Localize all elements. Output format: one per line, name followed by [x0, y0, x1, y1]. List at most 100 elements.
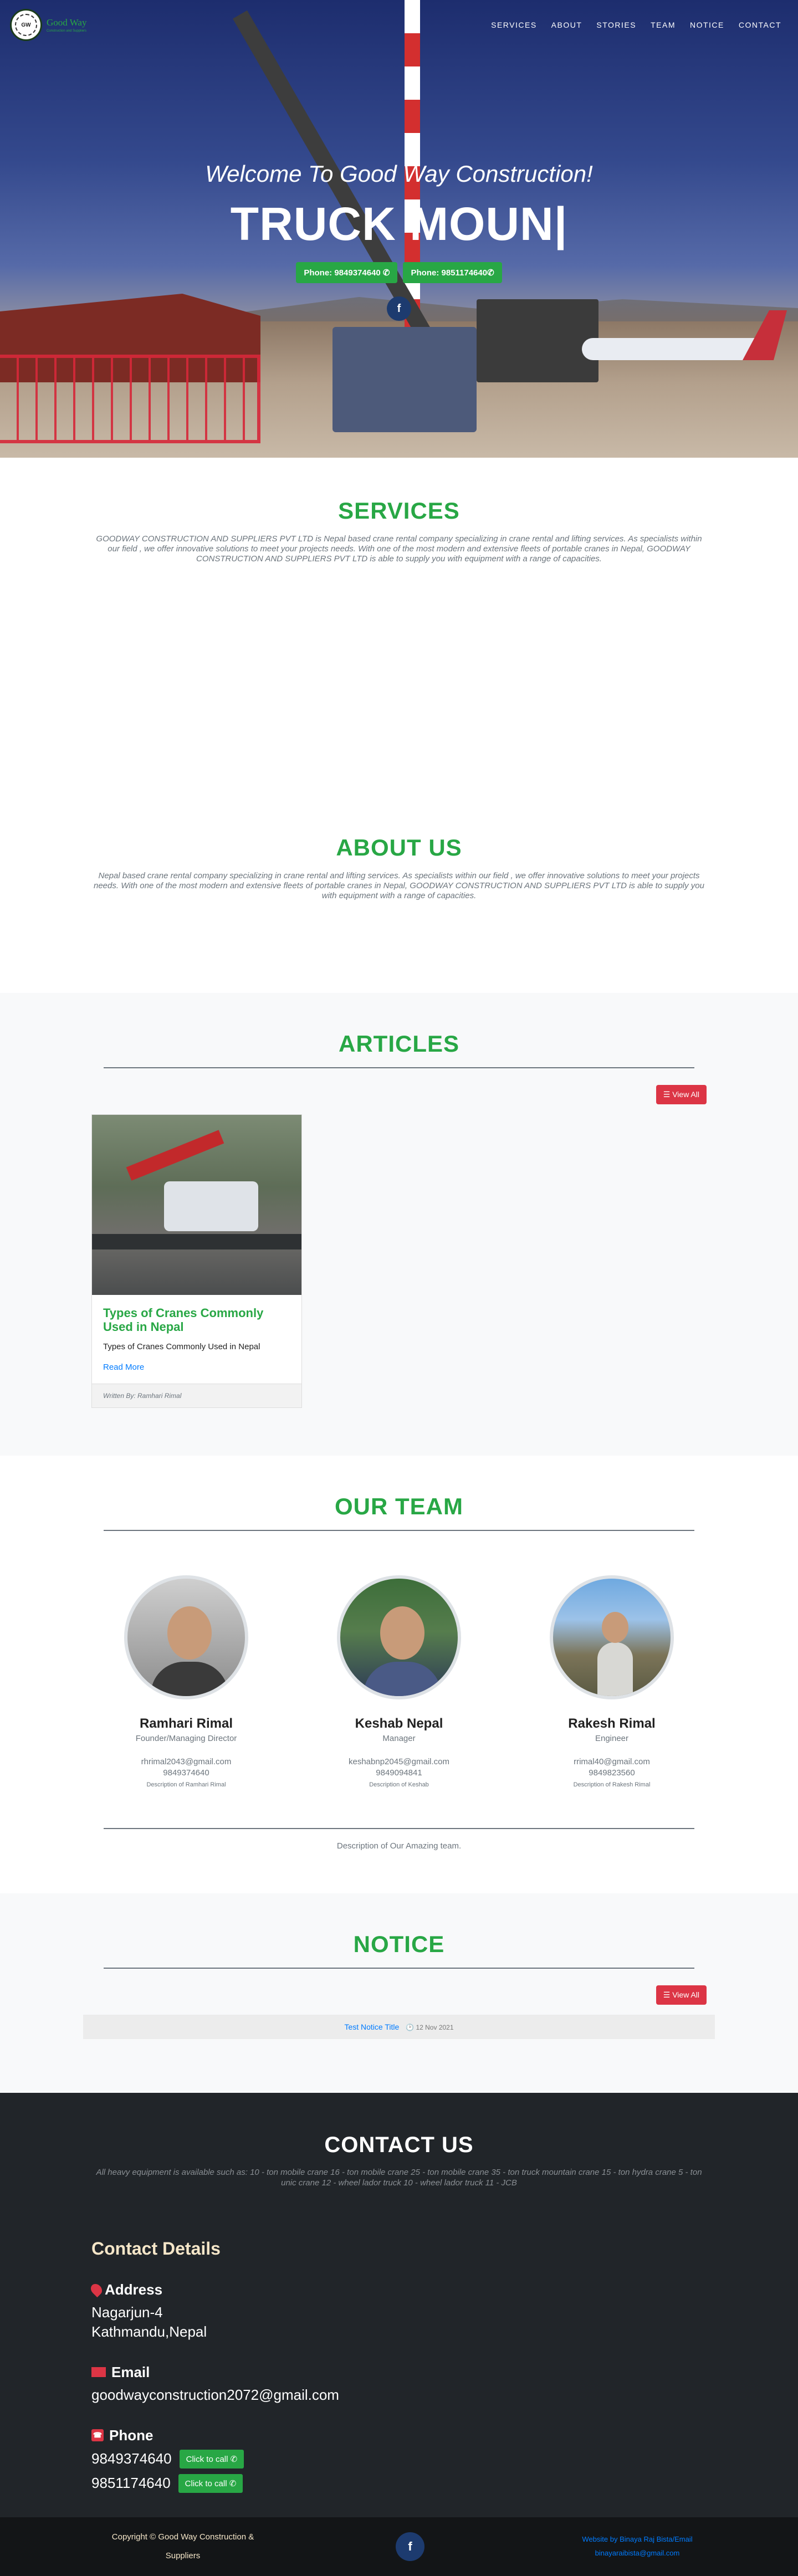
- copyright-line-2: Suppliers: [165, 2551, 201, 2560]
- contact-title: CONTACT US: [324, 2133, 474, 2157]
- notice-item-link[interactable]: Test Notice Title: [344, 2022, 399, 2031]
- notice-actions: ☰ View All: [91, 1985, 707, 2005]
- main-menu: SERVICES ABOUT STORIES TEAM NOTICE CONTA…: [491, 21, 781, 29]
- member-role: Engineer: [595, 1734, 629, 1743]
- member-phone: 9849823560: [589, 1768, 635, 1778]
- member-name: Rakesh Rimal: [568, 1716, 656, 1731]
- articles-title: ARTICLES: [339, 1031, 459, 1057]
- nav-link-contact[interactable]: CONTACT: [739, 21, 781, 29]
- member-description: Description of Keshab: [369, 1781, 429, 1788]
- avatar: [124, 1575, 248, 1699]
- brand[interactable]: GW Good Way Construction and Suppliers: [10, 9, 86, 41]
- member-name: Keshab Nepal: [355, 1716, 443, 1731]
- hero-truck: [332, 327, 477, 432]
- team-divider: [104, 1530, 694, 1531]
- notice-section: NOTICE ☰ View All Test Notice Title 🕑 12…: [0, 1893, 798, 2093]
- article-author: Written By: Ramhari Rimal: [92, 1383, 301, 1407]
- footer-facebook-icon[interactable]: f: [396, 2532, 424, 2561]
- nav-link-team[interactable]: TEAM: [651, 21, 676, 29]
- services-section: SERVICES GOODWAY CONSTRUCTION AND SUPPLI…: [0, 458, 798, 834]
- contact-section: CONTACT US All heavy equipment is availa…: [0, 2093, 798, 2517]
- team-description: Description of Our Amazing team.: [336, 1841, 462, 1851]
- envelope-icon: [91, 2367, 106, 2378]
- articles-actions: ☰ View All: [91, 1085, 707, 1104]
- phone-number-1: 9849374640: [91, 2450, 172, 2467]
- member-email: rhrimal2043@gmail.com: [141, 1757, 232, 1766]
- brand-subtitle: Construction and Suppliers: [47, 29, 87, 33]
- article-title[interactable]: Types of Cranes Commonly Used in Nepal: [103, 1306, 290, 1334]
- team-member: Rakesh Rimal Engineer rrimal40@gmail.com…: [550, 1575, 674, 1788]
- notice-view-all-button[interactable]: ☰ View All: [656, 1985, 707, 2005]
- team-grid: Ramhari Rimal Founder/Managing Director …: [0, 1575, 798, 1788]
- nav-link-stories[interactable]: STORIES: [596, 21, 636, 29]
- member-description: Description of Ramhari Rimal: [146, 1781, 226, 1788]
- email-value[interactable]: goodwayconstruction2072@gmail.com: [91, 2385, 707, 2405]
- hero-fence: [0, 355, 260, 443]
- member-contact: keshabnp2045@gmail.com 9849094841: [337, 1756, 461, 1778]
- footer-credit[interactable]: Website by Binaya Raj Bista/Email binaya…: [549, 2533, 726, 2560]
- team-member: Ramhari Rimal Founder/Managing Director …: [124, 1575, 248, 1788]
- article-read-more-link[interactable]: Read More: [103, 1363, 144, 1372]
- top-nav: GW Good Way Construction and Suppliers S…: [0, 0, 798, 50]
- phone-row-1: 9849374640 Click to call ✆: [91, 2449, 707, 2469]
- click-to-call-button-2[interactable]: Click to call ✆: [178, 2473, 243, 2493]
- about-title: ABOUT US: [336, 834, 462, 861]
- member-phone: 9849094841: [376, 1768, 422, 1778]
- article-body: Types of Cranes Commonly Used in Nepal T…: [92, 1295, 301, 1384]
- footer: Copyright © Good Way Construction & Supp…: [0, 2517, 798, 2576]
- services-title: SERVICES: [338, 498, 460, 524]
- address-line-1: Nagarjun-4: [91, 2303, 163, 2321]
- footer-copyright: Copyright © Good Way Construction & Supp…: [94, 2528, 272, 2566]
- company-logo[interactable]: GW: [10, 9, 42, 41]
- article-image-car: [164, 1181, 258, 1231]
- address-label: Address: [105, 2281, 163, 2298]
- phone-label: Phone: [109, 2426, 154, 2444]
- nav-link-notice[interactable]: NOTICE: [690, 21, 724, 29]
- credit-line-2[interactable]: binayaraibista@gmail.com: [549, 2547, 726, 2560]
- articles-view-all-button[interactable]: ☰ View All: [656, 1085, 707, 1104]
- member-email: keshabnp2045@gmail.com: [349, 1757, 449, 1766]
- article-image[interactable]: [92, 1115, 301, 1295]
- member-description: Description of Rakesh Rimal: [573, 1781, 651, 1788]
- nav-link-services[interactable]: SERVICES: [491, 21, 537, 29]
- avatar: [550, 1575, 674, 1699]
- phone-button-1[interactable]: Phone: 9849374640 ✆: [296, 262, 398, 283]
- facebook-icon[interactable]: f: [387, 296, 411, 321]
- hero-typed-text: TRUCK MOUN|: [230, 198, 568, 250]
- notice-item: Test Notice Title 🕑 12 Nov 2021: [83, 2015, 715, 2039]
- article-image-crane: [126, 1130, 224, 1181]
- notice-title: NOTICE: [353, 1931, 445, 1957]
- phone-heading: ☎ Phone: [91, 2427, 707, 2444]
- member-role: Manager: [382, 1734, 416, 1743]
- email-label: Email: [111, 2363, 150, 2380]
- services-text: GOODWAY CONSTRUCTION AND SUPPLIERS PVT L…: [96, 534, 702, 564]
- member-contact: rrimal40@gmail.com 9849823560: [550, 1756, 674, 1778]
- articles-section: ARTICLES ☰ View All Types of Cranes Comm…: [0, 993, 798, 1456]
- team-bottom-divider: [104, 1828, 694, 1829]
- brand-text: Good Way Construction and Suppliers: [47, 17, 86, 33]
- address-line-2: Kathmandu,Nepal: [91, 2323, 207, 2340]
- credit-line-1[interactable]: Website by Binaya Raj Bista/Email: [549, 2533, 726, 2547]
- click-to-call-button-1[interactable]: Click to call ✆: [179, 2449, 244, 2469]
- about-section: ABOUT US Nepal based crane rental compan…: [0, 834, 798, 993]
- member-phone: 9849374640: [163, 1768, 209, 1778]
- nav-link-about[interactable]: ABOUT: [551, 21, 582, 29]
- phone-icon: ☎: [91, 2429, 104, 2442]
- contact-details-title: Contact Details: [91, 2238, 221, 2259]
- notice-item-date: 🕑 12 Nov 2021: [406, 2024, 454, 2031]
- map-pin-icon: [88, 2281, 105, 2298]
- team-section: OUR TEAM Ramhari Rimal Founder/Managing …: [0, 1456, 798, 1893]
- hero-phone-buttons: Phone: 9849374640 ✆ Phone: 9851174640✆: [0, 262, 798, 283]
- member-role: Founder/Managing Director: [135, 1734, 237, 1743]
- hero-section: Welcome To Good Way Construction! TRUCK …: [0, 0, 798, 458]
- phone-button-2[interactable]: Phone: 9851174640✆: [403, 262, 502, 283]
- phone-row-2: 9851174640 Click to call ✆: [91, 2473, 707, 2493]
- articles-divider: [104, 1067, 694, 1068]
- team-member: Keshab Nepal Manager keshabnp2045@gmail.…: [337, 1575, 461, 1788]
- email-heading: Email: [91, 2364, 707, 2381]
- member-contact: rhrimal2043@gmail.com 9849374640: [124, 1756, 248, 1778]
- notice-divider: [104, 1968, 694, 1969]
- brand-name: Good Way: [47, 17, 87, 28]
- phone-number-2: 9851174640: [91, 2475, 171, 2492]
- logo-emblem: GW: [15, 14, 37, 36]
